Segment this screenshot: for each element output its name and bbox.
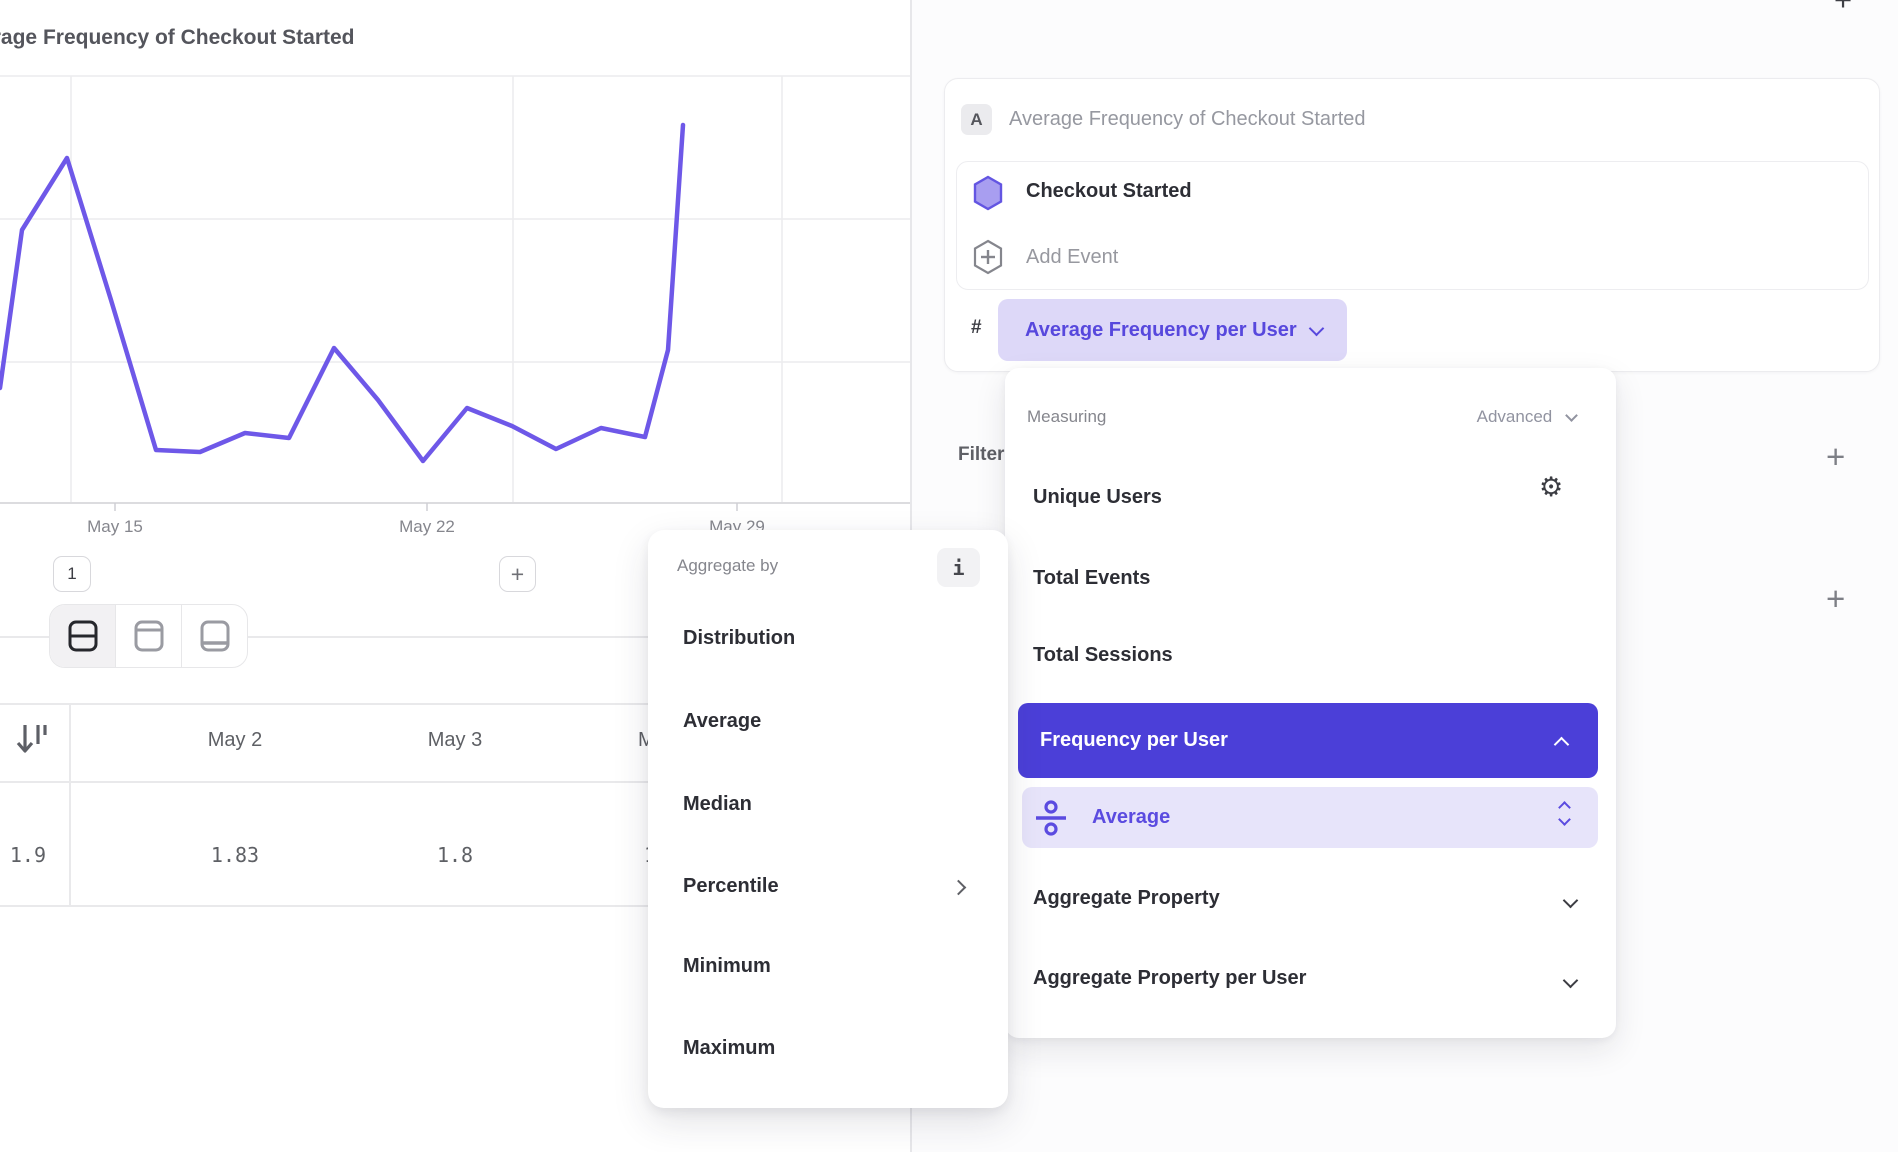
- sort-descending-icon[interactable]: [16, 722, 50, 758]
- table-cell: 1.8: [365, 843, 545, 867]
- measuring-dropdown-panel: Measuring Advanced Unique Users ⚙ Total …: [1005, 368, 1616, 1038]
- metric-card: A Average Frequency of Checkout Started …: [944, 78, 1880, 372]
- numeric-measure-icon: #: [971, 317, 982, 339]
- chevron-down-icon: [1309, 321, 1325, 337]
- metric-letter-badge: A: [961, 104, 992, 135]
- chevron-down-icon: [1565, 409, 1578, 422]
- measuring-option-frequency-per-user-selected[interactable]: Frequency per User: [1018, 703, 1598, 778]
- layout-chart-only-button[interactable]: [116, 605, 182, 667]
- chevron-down-icon: [1563, 893, 1579, 909]
- gear-icon[interactable]: ⚙: [1539, 474, 1563, 501]
- aggregate-option-minimum[interactable]: Minimum: [683, 955, 771, 978]
- add-filter-button[interactable]: +: [1826, 438, 1845, 476]
- measuring-option-aggregate-property-per-user[interactable]: Aggregate Property per User: [1033, 967, 1306, 990]
- up-down-chevrons-icon: [1560, 803, 1569, 824]
- aggregate-option-median[interactable]: Median: [683, 793, 752, 816]
- aggregate-option-distribution[interactable]: Distribution: [683, 627, 795, 650]
- average-divide-icon: [1033, 798, 1069, 838]
- table-pinned-column-border: [69, 703, 71, 905]
- event-name[interactable]: Checkout Started: [1026, 180, 1192, 203]
- metric-line-series[interactable]: [0, 125, 683, 461]
- layout-toggle-group: [49, 604, 248, 668]
- event-hexagon-icon: [973, 175, 1003, 211]
- measuring-option-total-events[interactable]: Total Events: [1033, 567, 1150, 590]
- x-axis-label: May 15: [70, 517, 160, 537]
- chevron-down-icon: [1563, 973, 1579, 989]
- measuring-label: Measuring: [1027, 407, 1106, 427]
- sub-option-label: Average: [1092, 787, 1170, 848]
- aggregate-option-average[interactable]: Average: [683, 710, 761, 733]
- aggregate-by-label: Aggregate by: [677, 556, 778, 576]
- chevron-up-icon: [1554, 737, 1570, 753]
- page-number-box[interactable]: 1: [53, 556, 91, 592]
- measuring-option-total-sessions[interactable]: Total Sessions: [1033, 644, 1173, 667]
- add-breakdown-button[interactable]: +: [1826, 580, 1845, 618]
- insights-report-screen: Average Frequency of Checkout Started Ma…: [0, 0, 1898, 1152]
- split-view-icon: [66, 619, 100, 653]
- add-event-hexagon-plus-icon: [972, 239, 1004, 275]
- measurement-dropdown[interactable]: Average Frequency per User: [998, 299, 1347, 361]
- chart-gridlines: [0, 76, 910, 511]
- line-chart: [0, 0, 910, 545]
- plus-icon: +: [511, 561, 524, 588]
- metrics-section-title: Metrics: [956, 0, 1037, 6]
- table-cell: 1.83: [145, 843, 325, 867]
- aggregate-option-percentile[interactable]: Percentile: [683, 875, 779, 898]
- add-event-button[interactable]: Add Event: [1026, 246, 1118, 269]
- chart-only-icon: [132, 619, 166, 653]
- aggregate-by-menu: Aggregate by i Distribution Average Medi…: [648, 530, 1008, 1108]
- info-glyph: i: [952, 556, 964, 580]
- measuring-option-aggregate-property[interactable]: Aggregate Property: [1033, 887, 1220, 910]
- selected-option-label: Frequency per User: [1040, 703, 1228, 778]
- aggregation-sub-option-average[interactable]: Average: [1022, 787, 1598, 848]
- page-number: 1: [67, 564, 76, 584]
- table-column-header[interactable]: May 3: [365, 729, 545, 752]
- event-card: Checkout Started Add Event: [956, 161, 1869, 290]
- measurement-dropdown-label: Average Frequency per User: [1025, 299, 1297, 361]
- info-icon[interactable]: i: [937, 548, 980, 587]
- x-axis-label: May 22: [382, 517, 472, 537]
- table-only-icon: [198, 619, 232, 653]
- layout-split-view-button[interactable]: [50, 605, 116, 667]
- layout-table-only-button[interactable]: [182, 605, 247, 667]
- metric-name-input[interactable]: Average Frequency of Checkout Started: [1009, 103, 1366, 135]
- add-metric-button[interactable]: +: [1834, 0, 1852, 18]
- add-button[interactable]: +: [499, 556, 536, 592]
- aggregate-option-maximum[interactable]: Maximum: [683, 1037, 775, 1060]
- advanced-toggle[interactable]: Advanced: [1477, 407, 1576, 427]
- table-column-header[interactable]: May 2: [145, 729, 325, 752]
- measuring-option-unique-users[interactable]: Unique Users: [1033, 486, 1162, 509]
- chevron-right-icon: [951, 880, 967, 896]
- advanced-label: Advanced: [1477, 407, 1553, 426]
- table-cell: 1.9: [0, 843, 46, 867]
